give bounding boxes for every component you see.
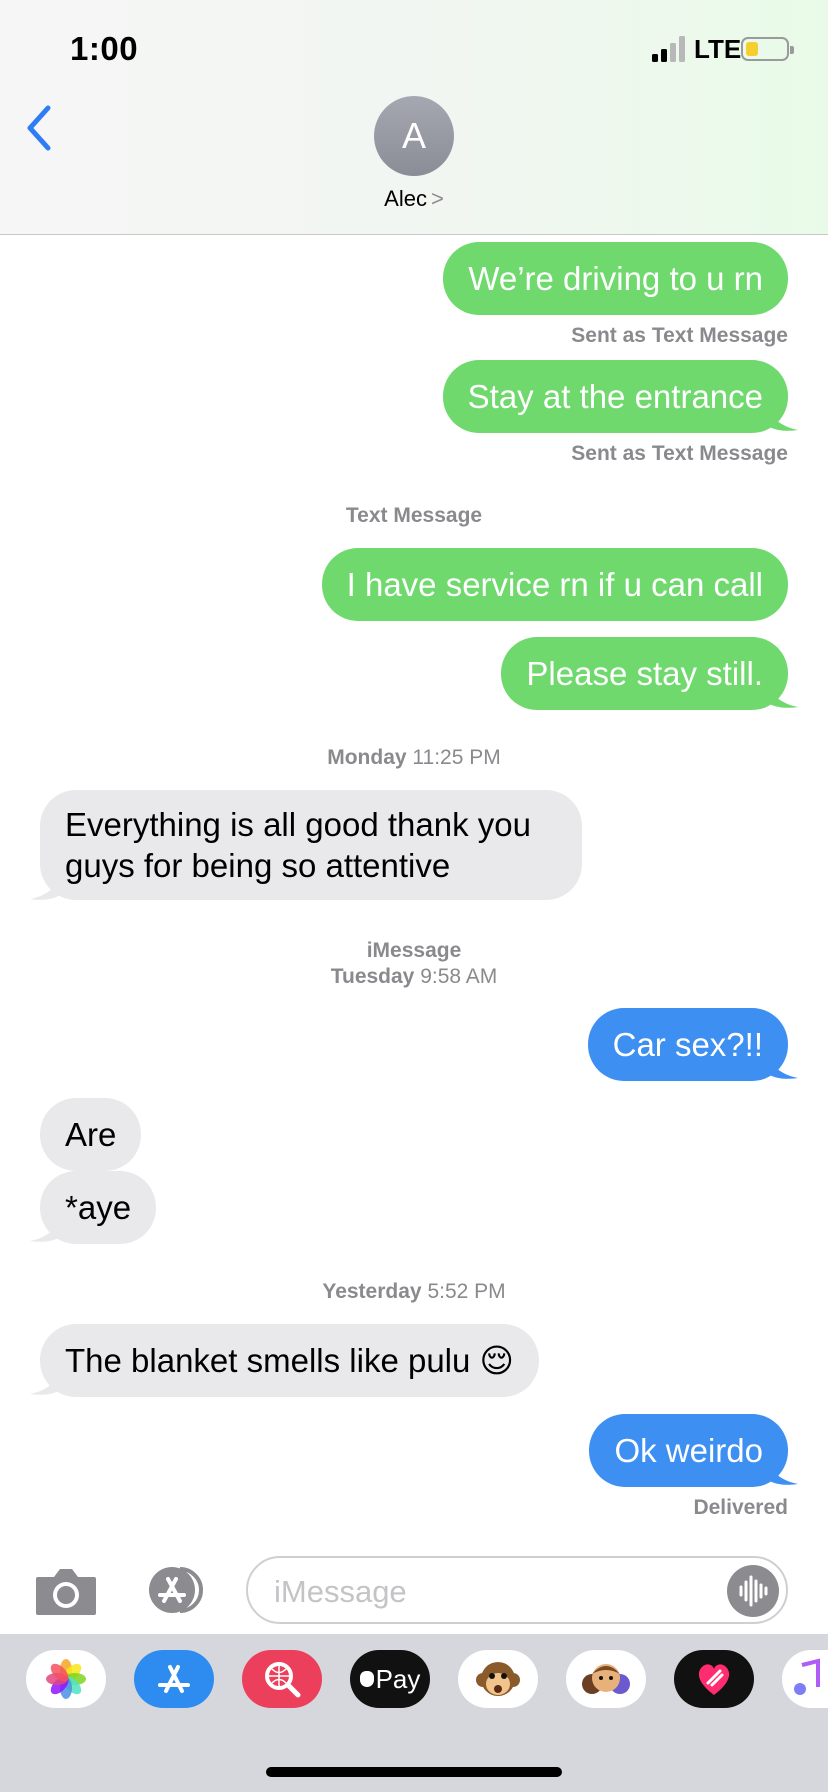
app-animoji[interactable]: [458, 1650, 538, 1708]
network-type: LTE: [694, 34, 742, 64]
message-text: Ok weirdo: [614, 1432, 763, 1469]
message-text: *aye: [65, 1189, 132, 1226]
message-text: Are: [65, 1116, 117, 1153]
message-bubble-outgoing[interactable]: Ok weirdo: [589, 1414, 788, 1487]
contact-avatar[interactable]: A: [374, 96, 454, 176]
timestamp-separator: Yesterday 5:52 PM: [322, 1280, 506, 1303]
app-store-drawer-button[interactable]: [140, 1565, 212, 1615]
camera-icon: [36, 1569, 96, 1615]
message-bubble-outgoing[interactable]: I have service rn if u can call: [321, 548, 788, 621]
signal-strength-icon: [652, 36, 686, 62]
message-text: Stay at the entrance: [467, 378, 763, 415]
bubble-tail: [768, 402, 798, 431]
app-photos[interactable]: [26, 1650, 106, 1708]
message-bubble-incoming[interactable]: Are: [40, 1098, 142, 1171]
bubble-tail: [768, 679, 798, 708]
message-bubble-incoming[interactable]: The blanket smells like pulu 😌: [40, 1324, 539, 1397]
message-bubble-outgoing[interactable]: Car sex?!!: [587, 1008, 788, 1081]
conversation-header: 1:00 LTE A Alec >: [0, 0, 828, 235]
image-search-icon: [265, 1662, 301, 1698]
timestamp-separator: iMessage Tuesday 9:58 AM: [330, 939, 498, 988]
app-memoji[interactable]: [566, 1650, 646, 1708]
message-text: I have service rn if u can call: [346, 566, 763, 603]
apple-pay-label: Pay: [375, 1663, 421, 1694]
message-text: Please stay still.: [526, 655, 763, 692]
music-icon: [794, 1658, 820, 1695]
bubble-tail: [30, 1213, 60, 1242]
bubble-tail: [30, 1366, 60, 1395]
camera-button[interactable]: [34, 1565, 98, 1617]
battery-icon: [741, 37, 794, 61]
message-bubble-outgoing[interactable]: Please stay still.: [501, 637, 788, 710]
contact-name-button[interactable]: Alec >: [0, 186, 828, 212]
back-button[interactable]: [22, 104, 56, 152]
bubble-tail: [30, 871, 60, 900]
message-bubble-outgoing[interactable]: We’re driving to u rn: [443, 242, 788, 315]
photos-icon: [46, 1659, 86, 1699]
app-image-search[interactable]: [242, 1650, 322, 1708]
waveform-icon: [739, 1575, 768, 1607]
delivered-status: Delivered: [693, 1496, 788, 1519]
home-indicator: [266, 1767, 562, 1777]
message-text: We’re driving to u rn: [468, 260, 763, 297]
app-store-icon: [149, 1567, 203, 1613]
message-bubble-incoming[interactable]: Everything is all good thank you guys fo…: [40, 790, 582, 900]
app-store-icon: [158, 1665, 190, 1693]
message-text: The blanket smells like pulu 😌: [65, 1342, 514, 1379]
message-input-placeholder: iMessage: [274, 1574, 407, 1609]
timestamp-separator: Monday 11:25 PM: [327, 746, 501, 769]
audio-message-button[interactable]: [727, 1565, 779, 1617]
app-app-store[interactable]: [134, 1650, 214, 1708]
status-time: 1:00: [70, 30, 139, 67]
app-apple-pay[interactable]: Pay: [350, 1650, 430, 1708]
memoji-icon: [582, 1664, 630, 1694]
message-text: Car sex?!!: [612, 1026, 763, 1063]
avatar-initial: A: [401, 115, 426, 156]
bubble-tail: [768, 1456, 798, 1485]
sent-as-text-caption: Sent as Text Message: [571, 324, 788, 347]
message-text-line: guys for being so attentive: [65, 847, 451, 884]
sent-as-text-caption: Sent as Text Message: [571, 442, 788, 465]
bubble-tail: [768, 1050, 798, 1079]
monkey-icon: [476, 1662, 520, 1696]
chevron-right-icon: >: [430, 186, 444, 211]
app-digital-touch[interactable]: [674, 1650, 754, 1708]
chevron-left-icon: [27, 105, 51, 151]
service-label: Text Message: [345, 504, 483, 527]
contact-name: Alec: [384, 186, 427, 211]
heart-icon: [698, 1664, 730, 1695]
message-input[interactable]: iMessage: [246, 1556, 788, 1624]
apple-icon: [359, 1671, 374, 1687]
message-bubble-outgoing[interactable]: Stay at the entrance: [442, 360, 788, 433]
message-text-line: Everything is all good thank you: [65, 806, 531, 843]
